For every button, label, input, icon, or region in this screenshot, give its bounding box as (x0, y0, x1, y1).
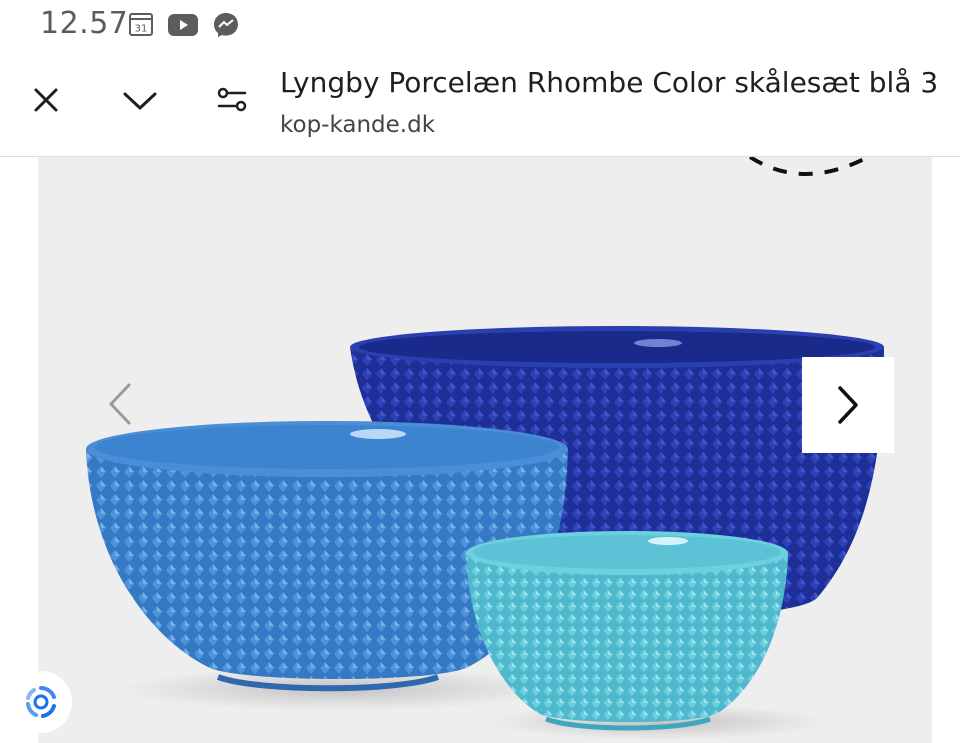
google-lens-icon (26, 686, 56, 718)
product-image[interactable] (38, 157, 932, 743)
status-time: 12.57 (40, 6, 129, 41)
close-icon (34, 88, 58, 112)
calendar-icon: 31 (128, 11, 154, 41)
page-content (0, 157, 960, 743)
tune-icon (217, 87, 247, 112)
google-lens-button[interactable] (10, 671, 72, 733)
page-title: Lyngby Porcelæn Rhombe Color skålesæt bl… (280, 66, 939, 99)
chevron-right-icon (838, 386, 858, 424)
youtube-icon (168, 14, 198, 40)
custom-tab-toolbar: Lyngby Porcelæn Rhombe Color skålesæt bl… (0, 50, 960, 157)
previous-image-button[interactable] (100, 379, 140, 429)
calendar-day: 31 (135, 24, 148, 35)
close-button[interactable] (26, 80, 66, 120)
page-url: kop-kande.dk (280, 112, 436, 138)
next-image-button[interactable] (802, 357, 894, 453)
page-options-button[interactable] (212, 80, 252, 120)
minimize-button[interactable] (120, 80, 160, 120)
chevron-down-icon (123, 92, 157, 110)
messenger-icon (212, 11, 240, 43)
status-bar: 12.57 31 (0, 0, 960, 50)
chevron-left-icon (109, 383, 131, 425)
